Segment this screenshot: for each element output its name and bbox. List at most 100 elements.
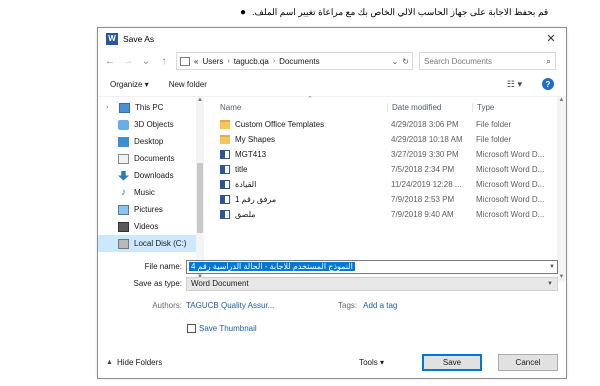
file-name: مرفق رقم 1 xyxy=(235,195,277,204)
file-name: title xyxy=(235,165,248,174)
breadcrumb-documents[interactable]: Documents xyxy=(279,57,319,66)
close-icon[interactable]: ✕ xyxy=(544,32,558,45)
save-button[interactable]: Save xyxy=(422,353,482,371)
file-type: Microsoft Word D... xyxy=(476,180,545,189)
column-header-type[interactable]: Type xyxy=(472,102,557,112)
dialog-title: Save As xyxy=(123,33,155,44)
file-type: Microsoft Word D... xyxy=(476,165,545,174)
hide-folders-label: Hide Folders xyxy=(116,357,163,367)
search-icon[interactable]: ⌕ xyxy=(546,56,551,67)
file-list-header: Name Date modified Type xyxy=(204,97,566,117)
sidebar-item-documents[interactable]: Documents xyxy=(98,150,204,167)
file-name-value: النموذج المستخدم للاجابة - الحالة الدراس… xyxy=(189,262,355,271)
word-document-icon xyxy=(220,210,230,219)
view-options-icon[interactable]: ☷ ▾ xyxy=(507,79,522,90)
file-type: Microsoft Word D... xyxy=(476,195,545,204)
file-list-scrollbar[interactable]: ▲ ▼ xyxy=(557,97,566,282)
up-arrow-icon[interactable]: ↑ xyxy=(158,56,170,67)
metadata-row: Authors: TAGUCB Quality Assur... Tags: A… xyxy=(98,296,566,314)
save-thumbnail-option[interactable]: Save Thumbnail xyxy=(187,324,257,333)
sidebar-item-music[interactable]: ♪ Music xyxy=(98,184,204,201)
authors-field[interactable]: TAGUCB Quality Assur... xyxy=(186,301,336,310)
address-overflow[interactable]: « xyxy=(194,57,198,66)
sidebar-item-3d-objects[interactable]: 3D Objects xyxy=(98,116,204,133)
file-name-input[interactable]: النموذج المستخدم للاجابة - الحالة الدراس… xyxy=(186,259,558,274)
file-date: 4/29/2018 10:18 AM xyxy=(391,135,463,144)
search-input[interactable]: Search Documents ⌕ xyxy=(419,52,556,70)
sidebar-item-label: Downloads xyxy=(134,171,174,180)
documents-icon xyxy=(118,153,129,164)
chevron-down-icon[interactable]: ▼ xyxy=(547,281,553,287)
scroll-thumb[interactable] xyxy=(197,163,203,233)
search-placeholder: Search Documents xyxy=(424,56,493,66)
address-dropdown-icon[interactable]: ⌄ xyxy=(392,57,399,66)
file-type: Microsoft Word D... xyxy=(476,210,545,219)
save-as-type-label: Save as type: xyxy=(133,279,182,288)
table-row[interactable]: My Shapes 4/29/2018 10:18 AM File folder xyxy=(204,132,566,147)
breadcrumb-users[interactable]: Users xyxy=(202,57,223,66)
folder-icon xyxy=(220,135,230,144)
chevron-down-icon[interactable]: ▼ xyxy=(549,264,555,270)
sidebar-item-label: Pictures xyxy=(134,205,163,214)
sidebar-item-local-disk[interactable]: Local Disk (C:) xyxy=(98,235,204,252)
column-header-name[interactable]: Name xyxy=(204,103,387,112)
save-as-dialog: W Save As ✕ ← → ⌄ ↑ « Users › tagucb.qa … xyxy=(97,27,567,379)
sidebar-item-label: 3D Objects xyxy=(134,120,174,129)
navigation-scrollbar[interactable]: ▲ ▼ xyxy=(196,97,204,282)
forward-arrow-icon[interactable]: → xyxy=(122,56,134,67)
dialog-footer: ▲ Hide Folders Tools ▾ Save Cancel xyxy=(98,346,566,378)
cancel-button[interactable]: Cancel xyxy=(498,353,558,371)
recent-locations-chevron-icon[interactable]: ⌄ xyxy=(140,56,152,67)
file-name-label: File name: xyxy=(144,262,182,271)
folder-icon xyxy=(220,120,230,129)
chevron-right-icon[interactable]: › xyxy=(106,104,114,111)
address-bar[interactable]: « Users › tagucb.qa › Documents ⌄ ↻ xyxy=(176,52,413,70)
hard-drive-icon xyxy=(118,238,129,249)
table-row[interactable]: القيادة 11/24/2019 12:28 ... Microsoft W… xyxy=(204,177,566,192)
hide-folders-button[interactable]: ▲ Hide Folders xyxy=(106,358,162,367)
table-row[interactable]: MGT413 3/27/2019 3:30 PM Microsoft Word … xyxy=(204,147,566,162)
breadcrumb-user[interactable]: tagucb.qa xyxy=(234,57,269,66)
sidebar-item-videos[interactable]: Videos xyxy=(98,218,204,235)
file-name: My Shapes xyxy=(235,135,276,144)
word-document-icon xyxy=(220,165,230,174)
save-as-type-select[interactable]: Word Document ▼ xyxy=(186,276,558,291)
sidebar-item-desktop[interactable]: Desktop xyxy=(98,133,204,150)
refresh-icon[interactable]: ↻ xyxy=(402,57,409,66)
file-name: Custom Office Templates xyxy=(235,120,325,129)
file-date: 3/27/2019 3:30 PM xyxy=(391,150,459,159)
new-folder-button[interactable]: New folder xyxy=(169,80,207,89)
help-icon[interactable]: ? xyxy=(542,78,554,90)
file-date: 7/9/2018 9:40 AM xyxy=(391,210,454,219)
sidebar-item-this-pc[interactable]: › This PC xyxy=(98,99,204,116)
tools-menu[interactable]: Tools ▾ xyxy=(359,358,384,367)
column-header-date-modified[interactable]: Date modified xyxy=(387,102,472,112)
3d-objects-icon xyxy=(118,119,129,130)
sort-up-icon: ⌃ xyxy=(307,96,313,103)
sidebar-item-label: Music xyxy=(134,188,155,197)
table-row[interactable]: Custom Office Templates 4/29/2018 3:06 P… xyxy=(204,117,566,132)
tags-field[interactable]: Add a tag xyxy=(363,301,397,310)
table-row[interactable]: مرفق رقم 1 7/9/2018 2:53 PM Microsoft Wo… xyxy=(204,192,566,207)
organize-button[interactable]: Organize ▾ xyxy=(110,80,149,89)
navigation-pane: › This PC 3D Objects Desktop Documents D… xyxy=(98,97,204,282)
sidebar-item-downloads[interactable]: Downloads xyxy=(98,167,204,184)
caret-up-icon: ▲ xyxy=(106,358,113,366)
scroll-up-icon[interactable]: ▲ xyxy=(196,97,204,103)
browser-pane: › This PC 3D Objects Desktop Documents D… xyxy=(98,96,566,282)
save-thumbnail-checkbox[interactable] xyxy=(187,324,196,333)
title-bar: W Save As ✕ xyxy=(98,28,566,49)
music-note-icon: ♪ xyxy=(121,187,126,198)
table-row[interactable]: ملصق 7/9/2018 9:40 AM Microsoft Word D..… xyxy=(204,207,566,222)
word-document-icon xyxy=(220,195,230,204)
computer-icon xyxy=(119,102,130,113)
file-date: 7/5/2018 2:34 PM xyxy=(391,165,455,174)
save-form: File name: النموذج المستخدم للاجابة - ال… xyxy=(98,258,566,314)
sidebar-item-pictures[interactable]: Pictures xyxy=(98,201,204,218)
scroll-up-icon[interactable]: ▲ xyxy=(557,97,566,103)
pictures-icon xyxy=(118,204,129,215)
file-name: القيادة xyxy=(235,180,257,189)
back-arrow-icon[interactable]: ← xyxy=(104,56,116,67)
table-row[interactable]: title 7/5/2018 2:34 PM Microsoft Word D.… xyxy=(204,162,566,177)
word-document-icon xyxy=(220,180,230,189)
